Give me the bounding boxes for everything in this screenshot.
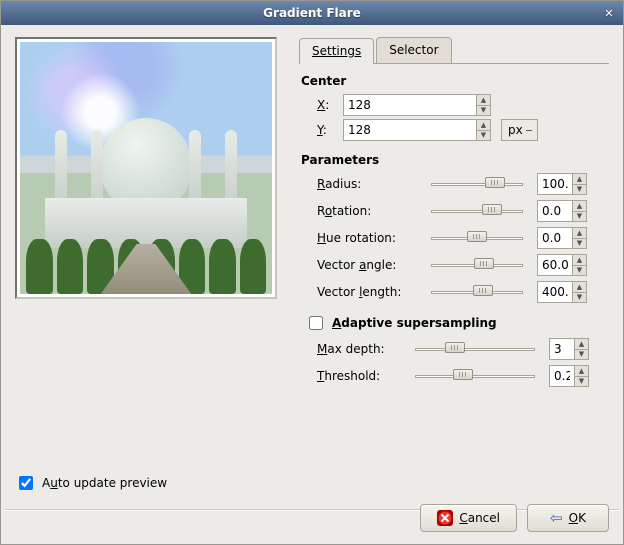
chevron-up-icon[interactable]: ▲ bbox=[574, 339, 588, 350]
ok-label: OK bbox=[569, 511, 586, 525]
rotation-slider[interactable] bbox=[431, 208, 523, 214]
chevron-down-icon[interactable]: ▼ bbox=[572, 239, 586, 249]
vangle-stepper[interactable]: ▲▼ bbox=[572, 255, 586, 275]
vlength-row: Vector length: ▲▼ bbox=[317, 281, 609, 303]
hue-label: Hue rotation: bbox=[317, 231, 417, 245]
threshold-stepper[interactable]: ▲▼ bbox=[574, 366, 588, 386]
dialog-buttons: Cancel ⇦ OK bbox=[420, 504, 609, 532]
center-heading: Center bbox=[301, 74, 609, 88]
hue-slider[interactable] bbox=[431, 235, 523, 241]
center-x-stepper[interactable]: ▲▼ bbox=[476, 95, 490, 115]
parameters-group: Radius: ▲▼ Rotation: ▲▼ Hue rotation: ▲▼… bbox=[299, 173, 609, 303]
threshold-label: Threshold: bbox=[317, 369, 401, 383]
chevron-up-icon[interactable]: ▲ bbox=[572, 174, 586, 185]
chevron-up-icon[interactable]: ▲ bbox=[572, 201, 586, 212]
chevron-up-icon[interactable]: ▲ bbox=[572, 255, 586, 266]
vlength-label: Vector length: bbox=[317, 285, 417, 299]
center-x-row: X: ▲▼ bbox=[317, 94, 609, 116]
center-x-spin: ▲▼ bbox=[343, 94, 491, 116]
cancel-icon bbox=[437, 510, 453, 526]
chevron-down-icon[interactable]: ▼ bbox=[574, 377, 588, 387]
maxdepth-label: Max depth: bbox=[317, 342, 401, 356]
vlength-stepper[interactable]: ▲▼ bbox=[572, 282, 586, 302]
center-x-input[interactable] bbox=[343, 94, 491, 116]
tabs: Settings Selector bbox=[299, 37, 609, 64]
maxdepth-stepper[interactable]: ▲▼ bbox=[574, 339, 588, 359]
maxdepth-slider[interactable] bbox=[415, 346, 535, 352]
ok-button[interactable]: ⇦ OK bbox=[527, 504, 609, 532]
radius-label: Radius: bbox=[317, 177, 417, 191]
chevron-down-icon[interactable]: ▼ bbox=[572, 185, 586, 195]
vangle-row: Vector angle: ▲▼ bbox=[317, 254, 609, 276]
vlength-slider[interactable] bbox=[431, 289, 523, 295]
maxdepth-row: Max depth: ▲▼ bbox=[317, 338, 609, 360]
unit-select[interactable]: px bbox=[501, 119, 538, 141]
center-y-label: Y: bbox=[317, 123, 337, 137]
tab-selector-label: Selector bbox=[389, 43, 438, 57]
preview-image[interactable] bbox=[20, 42, 272, 294]
chevron-up-icon[interactable]: ▲ bbox=[476, 120, 490, 131]
chevron-down-icon[interactable]: ▼ bbox=[574, 350, 588, 360]
chevron-down-icon[interactable]: ▼ bbox=[572, 212, 586, 222]
tab-selector[interactable]: Selector bbox=[376, 37, 451, 63]
threshold-slider[interactable] bbox=[415, 373, 535, 379]
preview-frame bbox=[15, 37, 277, 299]
radius-stepper[interactable]: ▲▼ bbox=[572, 174, 586, 194]
vangle-slider[interactable] bbox=[431, 262, 523, 268]
chevron-down-icon[interactable]: ▼ bbox=[476, 131, 490, 141]
center-x-label: X: bbox=[317, 98, 337, 112]
threshold-row: Threshold: ▲▼ bbox=[317, 365, 609, 387]
cancel-label: Cancel bbox=[459, 511, 500, 525]
auto-update-label: Auto update preview bbox=[42, 476, 167, 490]
tab-settings[interactable]: Settings bbox=[299, 38, 374, 64]
center-y-row: Y: ▲▼ px bbox=[317, 119, 609, 141]
supersampling-group: Max depth: ▲▼ Threshold: ▲▼ bbox=[299, 338, 609, 387]
right-pane: Settings Selector Center X: ▲▼ Y: ▲▼ px … bbox=[299, 37, 609, 493]
supersampling-checkbox[interactable] bbox=[309, 316, 323, 330]
cancel-button[interactable]: Cancel bbox=[420, 504, 517, 532]
chevron-down-icon[interactable]: ▼ bbox=[476, 106, 490, 116]
ok-icon: ⇦ bbox=[550, 511, 563, 526]
rotation-row: Rotation: ▲▼ bbox=[317, 200, 609, 222]
parameters-heading: Parameters bbox=[301, 153, 609, 167]
left-pane: Auto update preview bbox=[15, 37, 281, 493]
chevron-down-icon[interactable]: ▼ bbox=[572, 293, 586, 303]
rotation-stepper[interactable]: ▲▼ bbox=[572, 201, 586, 221]
chevron-up-icon[interactable]: ▲ bbox=[572, 282, 586, 293]
radius-slider[interactable] bbox=[431, 181, 523, 187]
auto-update-checkbox[interactable] bbox=[19, 476, 33, 490]
supersampling-label: Adaptive supersampling bbox=[332, 316, 497, 330]
center-y-stepper[interactable]: ▲▼ bbox=[476, 120, 490, 140]
chevron-up-icon[interactable]: ▲ bbox=[572, 228, 586, 239]
tab-settings-label: Settings bbox=[312, 44, 361, 58]
rotation-label: Rotation: bbox=[317, 204, 417, 218]
titlebar[interactable]: Gradient Flare ✕ bbox=[1, 1, 623, 25]
center-y-input[interactable] bbox=[343, 119, 491, 141]
close-icon[interactable]: ✕ bbox=[601, 5, 617, 21]
chevron-down-icon[interactable]: ▼ bbox=[572, 266, 586, 276]
gradient-flare-dialog: Gradient Flare ✕ Auto update preview Set bbox=[0, 0, 624, 545]
window-title: Gradient Flare bbox=[263, 6, 361, 20]
supersampling-row: Adaptive supersampling bbox=[305, 313, 609, 333]
radius-row: Radius: ▲▼ bbox=[317, 173, 609, 195]
hue-row: Hue rotation: ▲▼ bbox=[317, 227, 609, 249]
hue-stepper[interactable]: ▲▼ bbox=[572, 228, 586, 248]
dialog-content: Auto update preview Settings Selector Ce… bbox=[1, 25, 623, 501]
vangle-label: Vector angle: bbox=[317, 258, 417, 272]
center-y-spin: ▲▼ bbox=[343, 119, 491, 141]
unit-label: px bbox=[508, 123, 523, 137]
chevron-up-icon[interactable]: ▲ bbox=[476, 95, 490, 106]
chevron-up-icon[interactable]: ▲ bbox=[574, 366, 588, 377]
auto-update-row: Auto update preview bbox=[15, 473, 281, 493]
